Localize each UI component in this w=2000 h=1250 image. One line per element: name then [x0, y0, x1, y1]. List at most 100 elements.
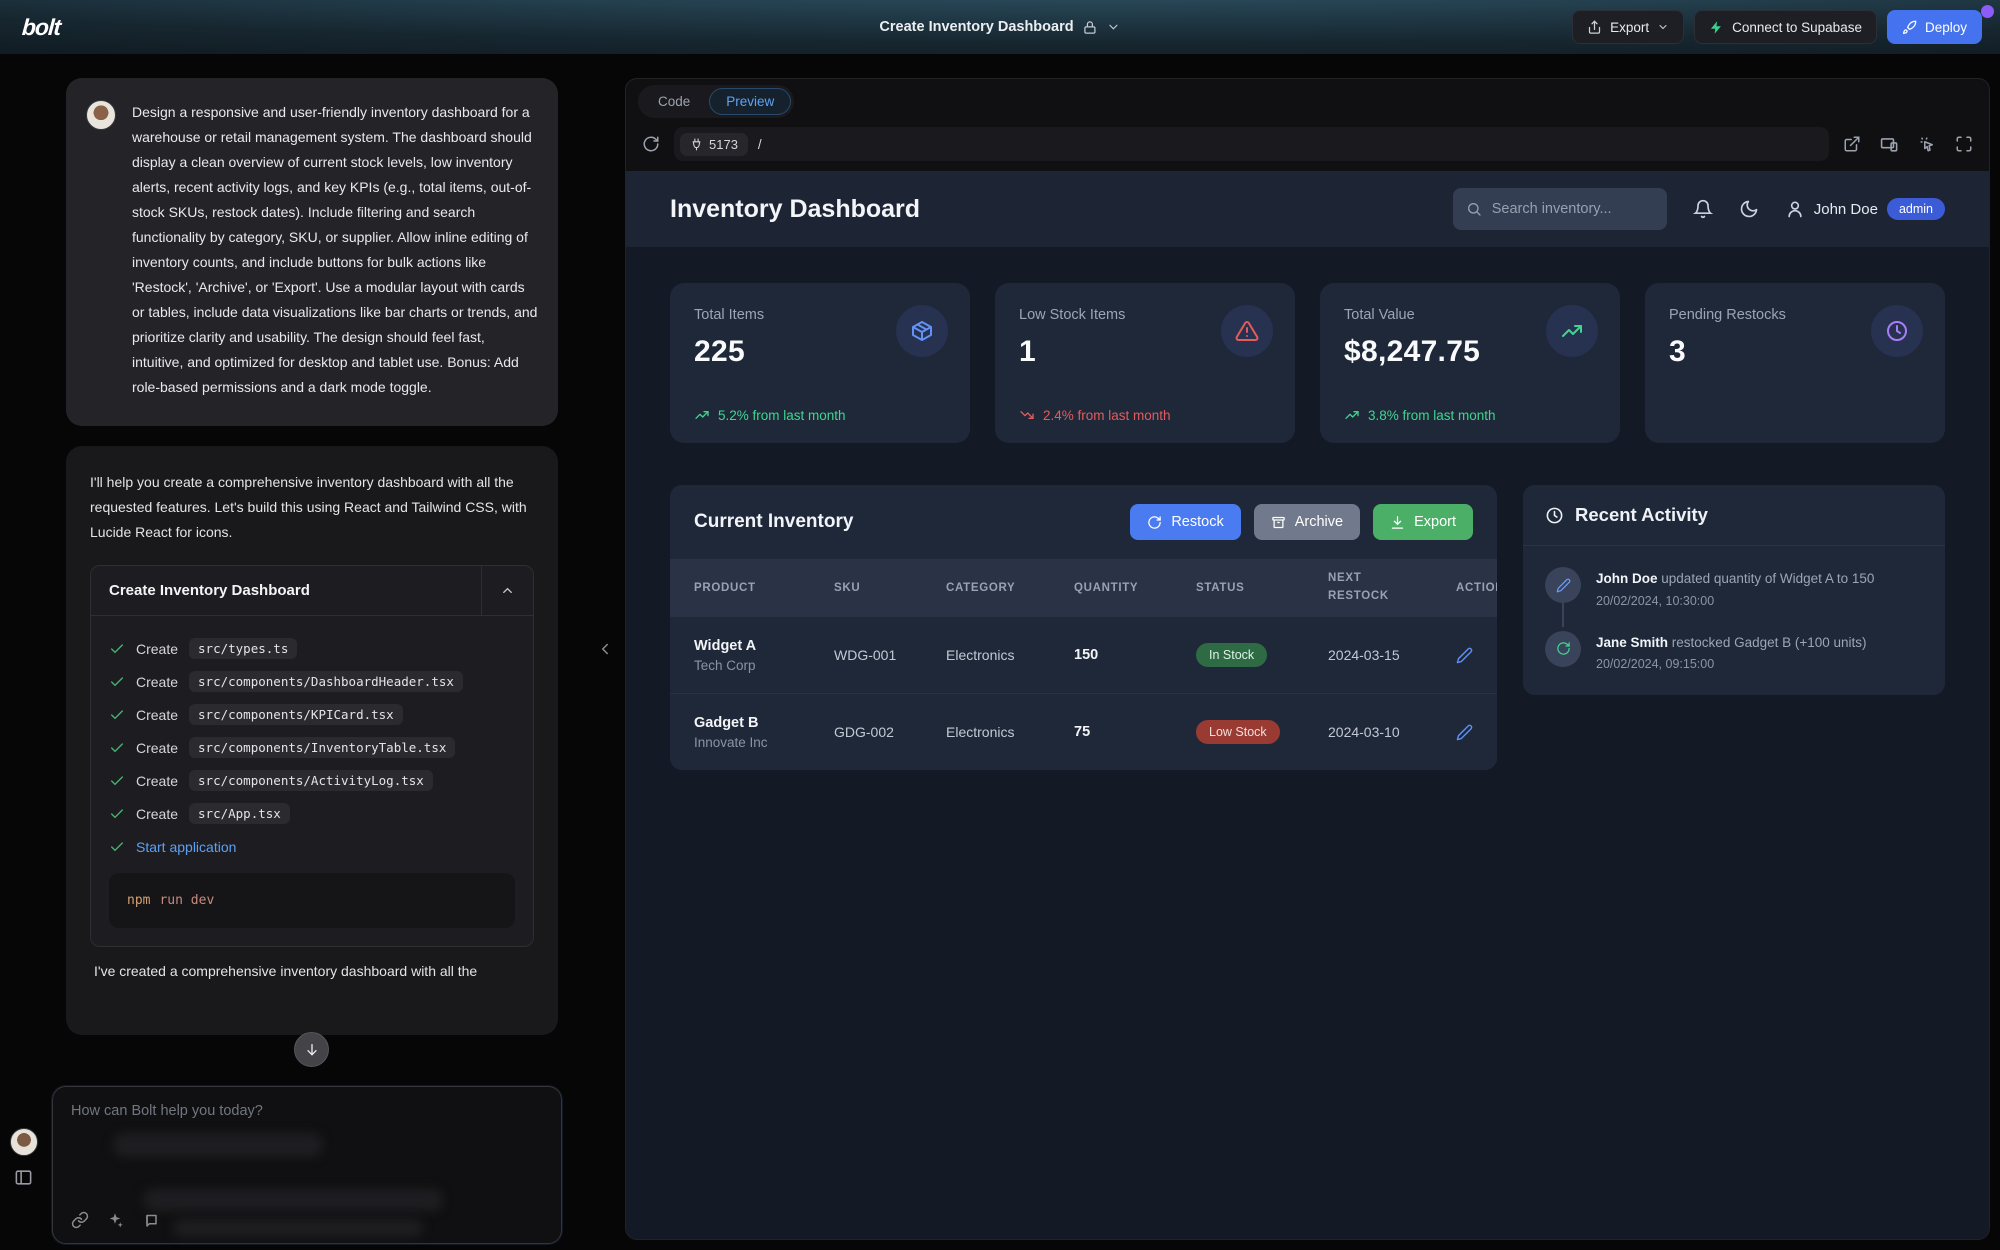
edit-pencil-icon[interactable] — [1456, 724, 1473, 741]
file-chip[interactable]: src/components/KPICard.tsx — [189, 704, 403, 725]
chat-pane: Design a responsive and user-friendly in… — [0, 54, 620, 1250]
role-badge: admin — [1887, 198, 1945, 220]
kpi-card-pending-restocks: Pending Restocks 3 — [1645, 283, 1945, 443]
edit-pencil-icon — [1556, 578, 1571, 593]
chevron-down-icon[interactable] — [1107, 20, 1121, 34]
sparkles-icon[interactable] — [106, 1211, 124, 1229]
top-bar: bolt Create Inventory Dashboard Export C… — [0, 0, 2000, 54]
start-application-step: Start application — [109, 830, 515, 863]
quantity-cell: 150 — [1074, 647, 1196, 663]
create-step: Create src/App.tsx — [109, 797, 515, 830]
export-csv-button[interactable]: Export — [1373, 504, 1473, 540]
dashboard-header: Inventory Dashboard Search inventory... — [626, 171, 1989, 247]
collapse-panel-chevron[interactable] — [596, 640, 614, 658]
check-icon — [109, 839, 125, 855]
refresh-icon — [1556, 641, 1571, 656]
kpi-card-total-value: Total Value $8,247.75 3.8% from last mon… — [1320, 283, 1620, 443]
notification-dot — [1981, 5, 1994, 18]
fullscreen-icon[interactable] — [1955, 135, 1973, 153]
bolt-logo[interactable]: bolt — [21, 14, 61, 41]
connect-supabase-button[interactable]: Connect to Supabase — [1694, 10, 1877, 44]
activity-title: Recent Activity — [1575, 504, 1708, 526]
chevron-up-icon — [500, 583, 515, 598]
artifact-steps: Create src/types.ts Create src/component… — [91, 616, 533, 946]
port-number: 5173 — [709, 137, 738, 152]
file-chip[interactable]: src/components/DashboardHeader.tsx — [189, 671, 463, 692]
file-chip[interactable]: src/components/ActivityLog.tsx — [189, 770, 433, 791]
rocket-icon — [1902, 20, 1917, 35]
project-title-menu[interactable]: Create Inventory Dashboard — [879, 19, 1120, 35]
download-icon — [1390, 515, 1405, 530]
table-row[interactable]: Gadget B Innovate Inc GDG-002 Electronic… — [670, 693, 1497, 770]
open-external-icon[interactable] — [1843, 135, 1861, 153]
create-step: Create src/components/ActivityLog.tsx — [109, 764, 515, 797]
assistant-intro-text: I'll help you create a comprehensive inv… — [90, 470, 534, 545]
arrow-down-icon — [304, 1042, 320, 1058]
project-title: Create Inventory Dashboard — [879, 19, 1073, 35]
blurred-content — [143, 1189, 443, 1211]
file-chip[interactable]: src/components/InventoryTable.tsx — [189, 737, 455, 758]
kpi-card-total-items: Total Items 225 5.2% from last month — [670, 283, 970, 443]
port-chip[interactable]: 5173 — [680, 133, 748, 156]
start-application-link[interactable]: Start application — [136, 839, 236, 855]
edit-pencil-icon[interactable] — [1456, 647, 1473, 664]
attach-link-icon[interactable] — [71, 1211, 89, 1229]
assistant-message: I'll help you create a comprehensive inv… — [66, 446, 558, 1035]
table-header: PRODUCT SKU CATEGORY QUANTITY STATUS NEX… — [670, 559, 1497, 616]
clock-icon — [1545, 506, 1564, 525]
search-input[interactable]: Search inventory... — [1453, 188, 1667, 230]
restock-date-cell: 2024-03-15 — [1328, 647, 1456, 663]
chat-input-placeholder: How can Bolt help you today? — [71, 1103, 543, 1119]
sidebar-toggle-icon[interactable] — [14, 1168, 33, 1187]
archive-button[interactable]: Archive — [1254, 504, 1360, 540]
category-cell: Electronics — [946, 647, 1074, 663]
artifact-header: Create Inventory Dashboard — [91, 566, 533, 616]
chat-square-icon[interactable] — [141, 1211, 159, 1229]
check-icon — [109, 740, 125, 756]
scroll-to-bottom-button[interactable] — [294, 1032, 329, 1067]
chat-input[interactable]: How can Bolt help you today? — [52, 1086, 562, 1244]
status-badge: In Stock — [1196, 643, 1267, 667]
package-icon — [910, 319, 934, 343]
artifact-title: Create Inventory Dashboard — [91, 566, 481, 615]
refresh-icon[interactable] — [642, 135, 660, 153]
product-name: Gadget B — [694, 715, 834, 731]
deploy-label: Deploy — [1925, 20, 1967, 35]
create-step: Create src/components/KPICard.tsx — [109, 698, 515, 731]
dashboard-title: Inventory Dashboard — [670, 195, 920, 224]
dark-mode-toggle-icon[interactable] — [1739, 199, 1759, 219]
bell-icon[interactable] — [1693, 199, 1713, 219]
export-button[interactable]: Export — [1572, 10, 1684, 44]
status-badge: Low Stock — [1196, 720, 1280, 744]
address-bar[interactable]: 5173 / — [674, 127, 1829, 161]
collapse-button[interactable] — [481, 566, 533, 615]
lock-icon — [1083, 20, 1098, 35]
timeline-connector — [1562, 603, 1564, 627]
table-row[interactable]: Widget A Tech Corp WDG-001 Electronics 1… — [670, 616, 1497, 693]
activity-timestamp: 20/02/2024, 10:30:00 — [1596, 594, 1874, 608]
blurred-content — [113, 1133, 323, 1157]
search-placeholder: Search inventory... — [1492, 201, 1612, 217]
create-step: Create src/components/InventoryTable.tsx — [109, 731, 515, 764]
restock-button[interactable]: Restock — [1130, 504, 1240, 540]
supplier-name: Tech Corp — [694, 658, 834, 673]
artifact-panel: Create Inventory Dashboard Create src/ty… — [90, 565, 534, 947]
create-step: Create src/types.ts — [109, 632, 515, 665]
account-avatar[interactable] — [10, 1128, 38, 1156]
chat-messages: Design a responsive and user-friendly in… — [0, 54, 620, 1035]
user-menu[interactable]: John Doe admin — [1785, 198, 1945, 220]
product-name: Widget A — [694, 638, 834, 654]
check-icon — [109, 806, 125, 822]
activity-timestamp: 20/02/2024, 09:15:00 — [1596, 657, 1867, 671]
tab-preview[interactable]: Preview — [709, 88, 791, 115]
file-chip[interactable]: src/App.tsx — [189, 803, 290, 824]
assistant-closing-text: I've created a comprehensive inventory d… — [90, 963, 534, 979]
inspect-cursor-icon[interactable] — [1918, 135, 1936, 153]
devices-icon[interactable] — [1880, 135, 1899, 154]
deploy-button[interactable]: Deploy — [1887, 10, 1982, 44]
trending-down-icon — [1019, 407, 1035, 423]
file-chip[interactable]: src/types.ts — [189, 638, 297, 659]
url-path: / — [758, 137, 762, 152]
tab-code[interactable]: Code — [641, 88, 707, 115]
user-icon — [1785, 199, 1805, 219]
